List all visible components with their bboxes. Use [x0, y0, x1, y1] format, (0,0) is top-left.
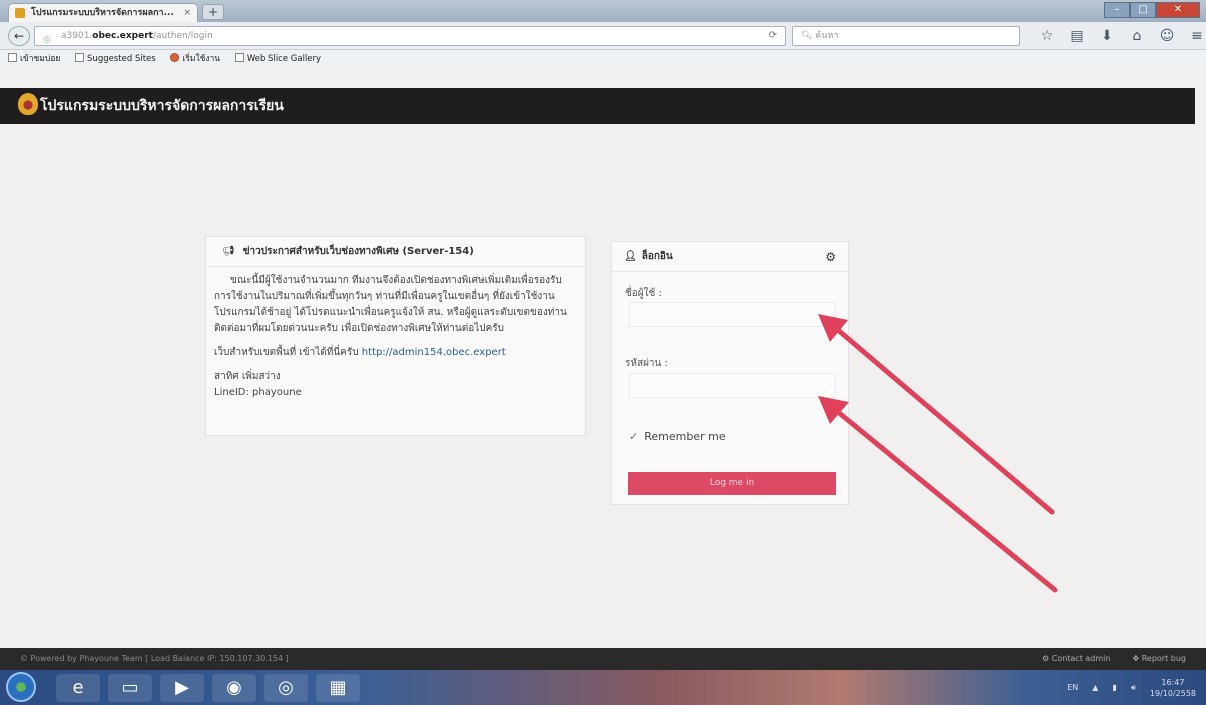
- announcement-title: ข่าวประกาศสำหรับเว็บช่องทางพิเศษ (Server…: [242, 246, 474, 257]
- minimize-icon[interactable]: –: [1104, 2, 1130, 18]
- search-box[interactable]: 🔍︎ ค้นหา: [792, 26, 1020, 46]
- reading-list-icon[interactable]: ▤: [1062, 26, 1092, 46]
- bookmark-folder-icon: [234, 53, 244, 62]
- login-button[interactable]: Log me in: [628, 472, 836, 495]
- login-panel: 👤︎ ล็อกอิน ⚙ ชื่อผู้ใช้ : รหัสผ่าน : ✓ Rem…: [611, 241, 849, 505]
- megaphone-icon: 📢︎: [222, 246, 235, 257]
- bookmarks-bar: เข้าชมบ่อย Suggested Sites เริ่มใช้งาน W…: [0, 51, 1206, 67]
- reload-icon[interactable]: ⟳: [769, 27, 777, 45]
- clock[interactable]: 16:47 19/10/2558: [1150, 677, 1196, 699]
- new-tab-button[interactable]: +: [202, 4, 224, 20]
- download-icon[interactable]: ⬇: [1092, 26, 1122, 46]
- menu-icon[interactable]: ≡: [1182, 26, 1206, 46]
- tab-close-icon[interactable]: ×: [183, 4, 191, 22]
- chrome-icon[interactable]: ◎: [264, 674, 308, 702]
- login-title: ล็อกอิน: [641, 251, 673, 262]
- back-arrow-icon[interactable]: ←: [8, 26, 30, 46]
- network-icon[interactable]: ▮: [1112, 683, 1116, 692]
- admin-site-link[interactable]: http://admin154.obec.expert: [362, 347, 506, 358]
- signature-name: สาทิศ เพิ่มสว่าง: [214, 371, 281, 382]
- address-bar[interactable]: ◎ a3901.obec.expert/authen/login ⟳: [34, 26, 786, 46]
- site-info-icon[interactable]: ◎: [43, 31, 51, 49]
- language-indicator[interactable]: EN: [1067, 683, 1078, 692]
- password-input[interactable]: [629, 373, 836, 398]
- firefox-icon[interactable]: ◉: [212, 674, 256, 702]
- close-icon[interactable]: ✕: [1156, 2, 1200, 18]
- username-label: ชื่อผู้ใช้ :: [625, 288, 662, 299]
- browser-titlebar: โปรแกรมระบบบริหารจัดการผลกา... × + – □ ✕: [0, 0, 1206, 22]
- favicon-icon: [15, 8, 25, 18]
- firefox-icon: [170, 53, 180, 62]
- maximize-icon[interactable]: □: [1130, 2, 1156, 18]
- app-header: โปรแกรมระบบบริหารจัดการผลการเรียน: [0, 88, 1195, 124]
- taskbar: e ▭ ▶ ◉ ◎ ▦ EN ▲ ▮ 🔊︎ 16:47 19/10/2558: [0, 670, 1206, 705]
- announcement-header: 📢︎ ข่าวประกาศสำหรับเว็บช่องทางพิเศษ (Serv…: [206, 237, 585, 267]
- remember-me-checkbox[interactable]: ✓ Remember me: [629, 430, 726, 443]
- announcement-link-text: เว็บสำหรับเขตพื้นที่ เข้าได้ที่นี่ครับ: [214, 347, 359, 358]
- url-prefix: a3901.: [61, 31, 93, 41]
- search-icon: 🔍︎: [801, 31, 816, 41]
- bookmark-web-slice-gallery[interactable]: Web Slice Gallery: [234, 51, 321, 67]
- internet-explorer-icon[interactable]: e: [56, 674, 100, 702]
- search-placeholder: ค้นหา: [815, 31, 839, 41]
- announcement-link-line: เว็บสำหรับเขตพื้นที่ เข้าได้ที่นี่ครับ h…: [214, 345, 575, 361]
- school-emblem-logo: [18, 93, 38, 115]
- browser-navbar: ← ◎ a3901.obec.expert/authen/login ⟳ 🔍︎ …: [0, 22, 1206, 50]
- start-button[interactable]: [6, 672, 36, 702]
- volume-icon[interactable]: 🔊︎: [1131, 683, 1136, 693]
- chat-icon[interactable]: ☺: [1152, 26, 1182, 46]
- report-bug-link[interactable]: ✥ Report bug: [1132, 648, 1186, 670]
- cogs-icon: ⚙: [1042, 654, 1052, 663]
- clock-time: 16:47: [1161, 677, 1185, 687]
- url-host: obec.expert: [92, 31, 153, 41]
- arrow-to-password: [818, 396, 1058, 593]
- remember-me-label: Remember me: [644, 430, 726, 443]
- bookmark-most-visited[interactable]: เข้าชมบ่อย: [8, 51, 60, 67]
- footer-credit: © Powered by Phayoune Team [ Load Balanc…: [20, 654, 289, 663]
- footer-links: ⚙ Contact admin ✥ Report bug: [1042, 648, 1186, 670]
- user-icon: 👤︎: [624, 251, 637, 262]
- page-footer: © Powered by Phayoune Team [ Load Balanc…: [0, 648, 1206, 670]
- url-path: /authen/login: [152, 31, 213, 41]
- login-header: 👤︎ ล็อกอิน ⚙: [612, 242, 848, 272]
- toolbar-icons: ☆ ▤ ⬇ ⌂ ☺ ≡: [1032, 26, 1206, 46]
- username-input[interactable]: [629, 302, 836, 327]
- announcement-text: ขณะนี้มีผู้ใช้งานจำนวนมาก ทีมงานจึงต้องเ…: [214, 275, 567, 334]
- bug-icon: ✥: [1132, 654, 1142, 663]
- password-label: รหัสผ่าน :: [625, 358, 668, 369]
- bookmark-getting-started[interactable]: เริ่มใช้งาน: [170, 51, 220, 67]
- gear-icon[interactable]: ⚙: [825, 242, 836, 272]
- clock-date: 19/10/2558: [1149, 688, 1196, 698]
- announcement-panel: 📢︎ ข่าวประกาศสำหรับเว็บช่องทางพิเศษ (Serv…: [205, 236, 586, 436]
- bookmark-star-icon[interactable]: ☆: [1032, 26, 1062, 46]
- bookmark-folder-icon: [8, 53, 17, 62]
- browser-tab[interactable]: โปรแกรมระบบบริหารจัดการผลกา... ×: [8, 3, 198, 22]
- contact-admin-link[interactable]: ⚙ Contact admin: [1042, 648, 1110, 670]
- file-explorer-icon[interactable]: ▭: [108, 674, 152, 702]
- bookmark-suggested-sites[interactable]: Suggested Sites: [75, 51, 156, 67]
- arrow-to-username: [818, 314, 1055, 515]
- media-player-icon[interactable]: ▶: [160, 674, 204, 702]
- system-tray: EN ▲ ▮ 🔊︎ 16:47 19/10/2558: [1067, 670, 1196, 705]
- app-title[interactable]: โปรแกรมระบบบริหารจัดการผลการเรียน: [40, 95, 284, 117]
- bookmark-folder-icon: [75, 53, 85, 62]
- check-icon: ✓: [629, 430, 639, 443]
- spreadsheet-app-icon[interactable]: ▦: [316, 674, 360, 702]
- window-controls: – □ ✕: [1104, 2, 1200, 18]
- signature-line-id: LineID: phayoune: [214, 387, 302, 398]
- tray-arrow-icon[interactable]: ▲: [1092, 683, 1098, 692]
- announcement-body: ขณะนี้มีผู้ใช้งานจำนวนมาก ทีมงานจึงต้องเ…: [206, 267, 585, 401]
- tab-title: โปรแกรมระบบบริหารจัดการผลกา...: [31, 8, 174, 18]
- home-icon[interactable]: ⌂: [1122, 26, 1152, 46]
